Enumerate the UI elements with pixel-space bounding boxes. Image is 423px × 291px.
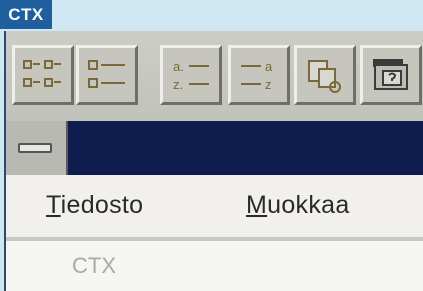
svg-text:z: z	[265, 77, 272, 92]
document-area: CTX	[6, 241, 423, 291]
sort-descending-button[interactable]: a z	[228, 45, 290, 105]
system-menu-button[interactable]	[6, 121, 68, 175]
svg-text:a: a	[265, 59, 273, 74]
menu-file[interactable]: Tiedosto	[46, 191, 143, 220]
large-icons-view-icon	[23, 60, 61, 87]
toolbar: a. z. a z	[6, 31, 423, 121]
menu-file-label: iedosto	[60, 191, 144, 219]
menu-bar: Tiedosto Muokkaa	[6, 175, 423, 239]
svg-text:a.: a.	[173, 59, 184, 74]
application-window: a. z. a z Tiedosto Muokkaa CTX	[4, 31, 423, 291]
menu-edit-label: uokkaa	[267, 191, 350, 219]
large-icons-view-button[interactable]	[12, 45, 74, 105]
menu-edit-accel: M	[246, 191, 268, 219]
sort-ascending-icon: a. z.	[173, 59, 209, 92]
svg-text:z.: z.	[173, 77, 183, 92]
list-view-icon	[88, 60, 125, 88]
properties-icon	[373, 59, 408, 90]
properties-button[interactable]	[360, 45, 422, 105]
list-view-button[interactable]	[76, 45, 138, 105]
menu-file-accel: T	[46, 191, 61, 219]
screenshot-frame: CTX a. z. a z Tiedosto Muokkaa CTX	[0, 0, 423, 291]
sort-descending-icon: a z	[241, 59, 273, 92]
sort-ascending-button[interactable]: a. z.	[160, 45, 222, 105]
title-bar	[6, 121, 423, 175]
find-button[interactable]	[294, 45, 356, 105]
menu-edit[interactable]: Muokkaa	[246, 191, 350, 220]
document-label: CTX	[72, 253, 116, 278]
system-menu-icon	[18, 143, 52, 153]
find-icon	[308, 60, 341, 93]
ctx-badge: CTX	[0, 0, 52, 29]
